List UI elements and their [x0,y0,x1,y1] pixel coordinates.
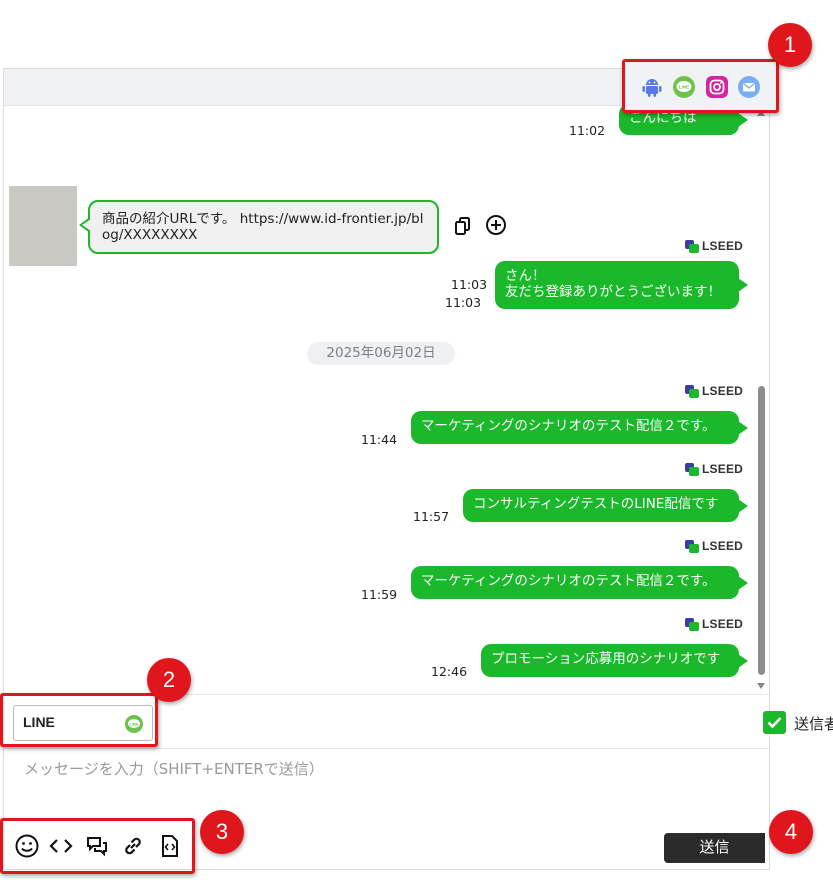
outgoing-message: マーケティングのシナリオのテスト配信２です。 [411,411,748,444]
callout-box-3 [0,818,195,874]
sender-logo: LSEED [685,384,745,400]
user-avatar[interactable] [9,186,77,266]
message-time: 11:03 [451,277,488,292]
callout-box-1: LINE [622,59,779,113]
message-time: 11:59 [361,587,398,602]
instagram-icon[interactable] [706,76,728,98]
message-text: コンサルティングテストのLINE配信です [473,496,719,512]
message-list[interactable]: こんにちは 11:02 商品の紹介URLです。 https://www.id-f… [4,106,769,694]
message-text: マーケティングのシナリオのテスト配信２です。 [421,418,716,434]
callout-badge-3: 3 [200,810,244,854]
line-icon[interactable]: LINE [673,76,695,98]
scrollbar-thumb[interactable] [758,386,765,675]
message-time: 11:03 [445,295,482,310]
android-icon[interactable] [641,76,663,98]
message-input[interactable] [4,750,769,815]
svg-text:LINE: LINE [679,85,689,90]
incoming-message: 商品の紹介URLです。 https://www.id-frontier.jp/b… [79,200,439,254]
message-line: 友だち登録ありがとうございます！ [505,284,721,300]
sender-logo: LSEED [685,539,745,555]
scroll-down-arrow[interactable] [757,683,765,689]
message-time: 12:46 [431,664,468,679]
copy-icon[interactable] [453,216,473,236]
message-time: 11:57 [413,509,450,524]
outgoing-message: マーケティングのシナリオのテスト配信２です。 [411,566,748,599]
send-button[interactable]: 送信 [664,833,765,863]
sender-logo: LSEED [685,617,745,633]
message-text: 商品の紹介URLです。 https://www.id-frontier.jp/b… [102,211,424,243]
sender-name-label: 送信者名 [794,715,833,733]
sender-logo: LSEED [685,239,745,255]
mail-icon[interactable] [738,76,760,98]
message-time: 11:44 [361,432,398,447]
outgoing-message: コンサルティングテストのLINE配信です [463,489,748,522]
callout-badge-4: 4 [769,810,813,854]
add-circle-icon[interactable] [485,214,507,236]
chat-panel: こんにちは 11:02 商品の紹介URLです。 https://www.id-f… [3,68,833,870]
outgoing-message: プロモーション応募用のシナリオです [481,644,748,677]
date-separator: 2025年06月02日 [307,342,455,365]
callout-badge-1: 1 [768,23,812,67]
message-text: マーケティングのシナリオのテスト配信２です。 [421,573,716,589]
sender-logo: LSEED [685,462,745,478]
message-time: 11:02 [569,123,606,138]
sender-name-checkbox[interactable] [763,711,786,734]
message-line: さん！ [505,268,546,284]
message-text: プロモーション応募用のシナリオです [491,651,721,667]
callout-box-2 [0,693,158,747]
callout-badge-2: 2 [147,658,191,702]
outgoing-message: さん！ 友だち登録ありがとうございます！ [495,261,748,309]
